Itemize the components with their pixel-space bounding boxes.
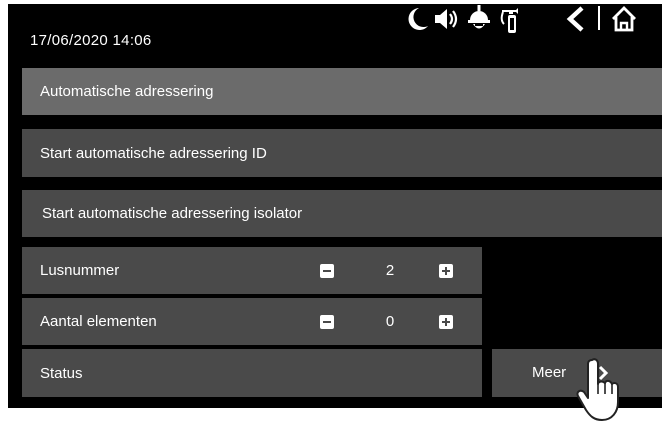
more-button-label: Meer xyxy=(532,364,567,381)
back-icon[interactable] xyxy=(562,4,590,34)
home-icon[interactable] xyxy=(610,4,638,34)
menu-item-label: Start automatische adressering ID xyxy=(40,144,267,162)
increment-button[interactable] xyxy=(439,314,453,329)
decrement-button[interactable] xyxy=(320,314,334,329)
increment-button[interactable] xyxy=(439,263,453,278)
device-screen: 17/06/2020 14:06 Automatische adresserin… xyxy=(8,4,662,408)
element-count-value: 0 xyxy=(385,313,395,330)
loop-number-stepper-plus xyxy=(439,247,453,294)
status-bar: 17/06/2020 14:06 xyxy=(8,4,662,72)
divider xyxy=(598,6,600,30)
element-count-row: Aantal elementen 0 xyxy=(22,298,482,345)
loop-number-value: 2 xyxy=(385,262,395,279)
loop-number-row: Lusnummer 2 xyxy=(22,247,482,294)
loop-number-stepper xyxy=(320,247,334,294)
element-count-label: Aantal elementen xyxy=(40,313,157,330)
status-label: Status xyxy=(40,364,83,382)
start-isolator-addressing-button[interactable]: Start automatische adressering isolator xyxy=(22,190,662,237)
menu-item-label: Start automatische adressering isolator xyxy=(42,205,303,222)
decrement-button[interactable] xyxy=(320,263,334,278)
loop-number-label: Lusnummer xyxy=(40,262,120,279)
status-row: Status xyxy=(22,349,482,397)
speaker-icon[interactable] xyxy=(432,4,460,34)
date-time: 17/06/2020 14:06 xyxy=(30,32,152,49)
helmet-icon[interactable] xyxy=(465,4,493,34)
moon-icon[interactable] xyxy=(404,4,432,34)
section-header: Automatische adressering xyxy=(22,68,662,115)
fire-extinguisher-icon[interactable] xyxy=(498,4,526,34)
pointer-hand-icon xyxy=(576,358,619,421)
element-count-stepper-plus xyxy=(439,298,453,345)
section-header-label: Automatische adressering xyxy=(40,83,214,100)
start-id-addressing-button[interactable]: Start automatische adressering ID xyxy=(22,129,662,177)
element-count-stepper xyxy=(320,298,334,345)
